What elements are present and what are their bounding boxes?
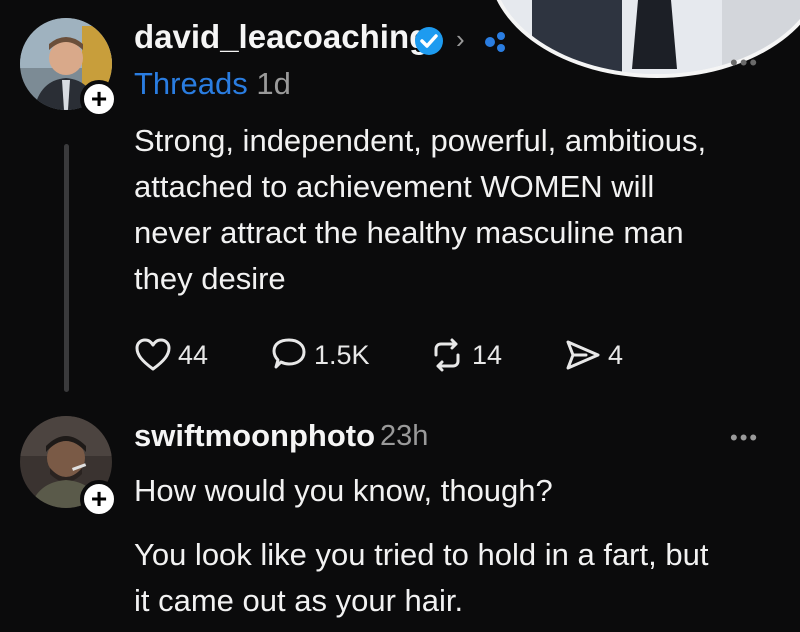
reply-text-2: You look like you tried to hold in a far…: [134, 532, 784, 624]
post-meta: Threads 1d: [134, 66, 291, 102]
comment-icon: [272, 338, 306, 369]
follow-plus-icon[interactable]: +: [80, 80, 118, 118]
reply-username[interactable]: swiftmoonphoto: [134, 418, 375, 454]
reply-button[interactable]: 1.5K: [270, 335, 370, 375]
reply-count: 1.5K: [314, 339, 370, 370]
repost-icon: [434, 338, 460, 372]
post-text-line: they desire: [134, 261, 286, 296]
send-icon: [566, 340, 600, 370]
repost-count: 14: [472, 339, 503, 370]
reply-text-1: How would you know, though?: [134, 468, 774, 514]
community-dots-icon: [484, 30, 514, 59]
reply-text-line: You look like you tried to hold in a far…: [134, 537, 709, 572]
reply-time: 23h: [380, 420, 429, 452]
share-button[interactable]: 4: [564, 335, 623, 375]
chevron-right-icon: ›: [456, 24, 465, 54]
post-text-line: Strong, independent, powerful, ambitious…: [134, 123, 707, 158]
heart-icon: [135, 338, 171, 371]
repost-button[interactable]: 14: [428, 335, 502, 375]
post-time: 1d: [256, 66, 291, 101]
source-link[interactable]: Threads: [134, 66, 248, 101]
post-text: Strong, independent, powerful, ambitious…: [134, 118, 774, 302]
like-button[interactable]: 44: [134, 335, 208, 375]
reply-text-line: it came out as your hair.: [134, 583, 464, 618]
author-username[interactable]: david_leacoaching: [134, 18, 429, 56]
thread-connector-line: [64, 144, 69, 392]
reply-follow-plus-icon[interactable]: +: [80, 480, 118, 518]
reply-more-options-button[interactable]: •••: [730, 425, 759, 451]
share-count: 4: [608, 339, 624, 370]
verified-badge-icon: [414, 26, 444, 61]
more-options-button[interactable]: •••: [730, 50, 759, 76]
post-text-line: never attract the healthy masculine man: [134, 215, 684, 250]
reply-text-line: How would you know, though?: [134, 473, 553, 508]
like-count: 44: [178, 339, 209, 370]
post-text-line: attached to achievement WOMEN will: [134, 169, 655, 204]
